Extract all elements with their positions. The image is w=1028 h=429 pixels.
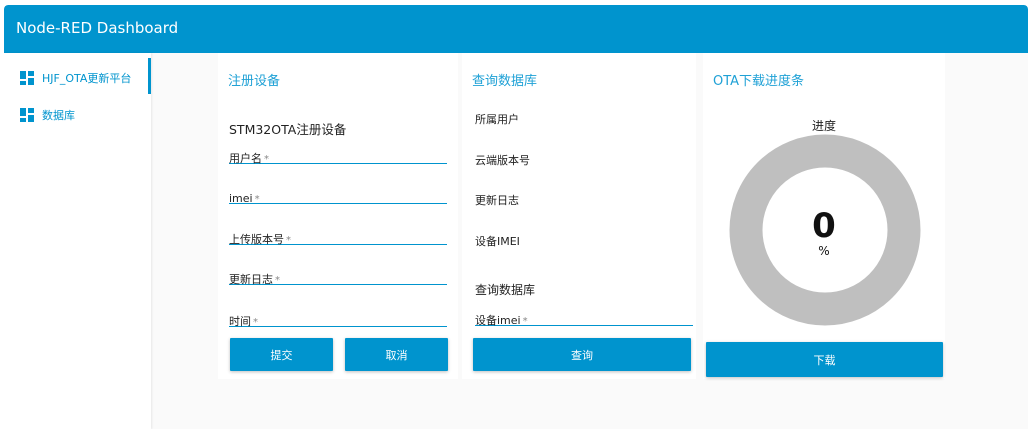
update-log-field[interactable]: 更新日志 * bbox=[229, 268, 447, 286]
register-device-card: 注册设备 STM32OTA注册设备 用户名 * imei * 上传版本号 * 更新日志… bbox=[218, 53, 458, 379]
cancel-button[interactable]: 取消 bbox=[345, 338, 448, 371]
query-database-card: 查询数据库 所属用户 云端版本号 更新日志 设备IMEI 查询数据库 设备ime… bbox=[462, 53, 696, 379]
dashboard-icon bbox=[20, 71, 34, 85]
card-title: 查询数据库 bbox=[472, 74, 538, 89]
device-imei-text: 设备IMEI bbox=[475, 235, 520, 248]
required-mark: * bbox=[254, 194, 260, 205]
field-label: imei bbox=[229, 192, 253, 205]
ota-progress-card: OTA下载进度条 进度 0 % 下载 bbox=[703, 53, 945, 379]
imei-field[interactable]: imei * bbox=[229, 187, 447, 205]
form-heading: 查询数据库 bbox=[475, 283, 536, 297]
field-label: 更新日志 bbox=[229, 273, 273, 286]
sidebar-item-database[interactable]: 数据库 bbox=[4, 95, 151, 131]
time-field[interactable]: 时间 * bbox=[229, 310, 447, 328]
dashboard-frame: Node-RED Dashboard HJF_OTA更新平台 数据库 注册设备 … bbox=[4, 5, 1028, 429]
sidebar: HJF_OTA更新平台 数据库 bbox=[4, 53, 151, 429]
device-imei-input[interactable]: 设备imei * bbox=[475, 309, 693, 327]
required-mark: * bbox=[286, 235, 291, 246]
card-title: 注册设备 bbox=[228, 74, 281, 89]
owner-user-text: 所属用户 bbox=[475, 113, 519, 126]
gauge-value: 0 bbox=[812, 206, 836, 246]
field-label: 用户名 bbox=[229, 152, 262, 165]
sidebar-item-label: HJF_OTA更新平台 bbox=[42, 72, 132, 85]
sidebar-item-ota-platform[interactable]: HJF_OTA更新平台 bbox=[4, 58, 151, 94]
app-title: Node-RED Dashboard bbox=[16, 19, 179, 37]
cloud-version-text: 云端版本号 bbox=[475, 154, 530, 167]
top-toolbar: Node-RED Dashboard bbox=[4, 5, 1028, 53]
gauge-unit: % bbox=[818, 244, 830, 258]
query-button[interactable]: 查询 bbox=[473, 338, 691, 371]
username-field[interactable]: 用户名 * bbox=[229, 147, 447, 165]
required-mark: * bbox=[275, 275, 280, 286]
field-label: 设备imei bbox=[475, 314, 521, 327]
sidebar-item-label: 数据库 bbox=[42, 109, 75, 122]
field-label: 时间 bbox=[229, 315, 251, 328]
update-log-text: 更新日志 bbox=[475, 194, 519, 207]
download-button[interactable]: 下载 bbox=[706, 342, 943, 377]
field-label: 上传版本号 bbox=[229, 233, 284, 246]
required-mark: * bbox=[264, 154, 269, 165]
submit-button[interactable]: 提交 bbox=[230, 338, 333, 371]
required-mark: * bbox=[253, 317, 258, 328]
upload-version-field[interactable]: 上传版本号 * bbox=[229, 228, 447, 246]
dashboard-icon bbox=[20, 108, 34, 122]
required-mark: * bbox=[522, 316, 528, 327]
form-heading: STM32OTA注册设备 bbox=[229, 122, 347, 137]
